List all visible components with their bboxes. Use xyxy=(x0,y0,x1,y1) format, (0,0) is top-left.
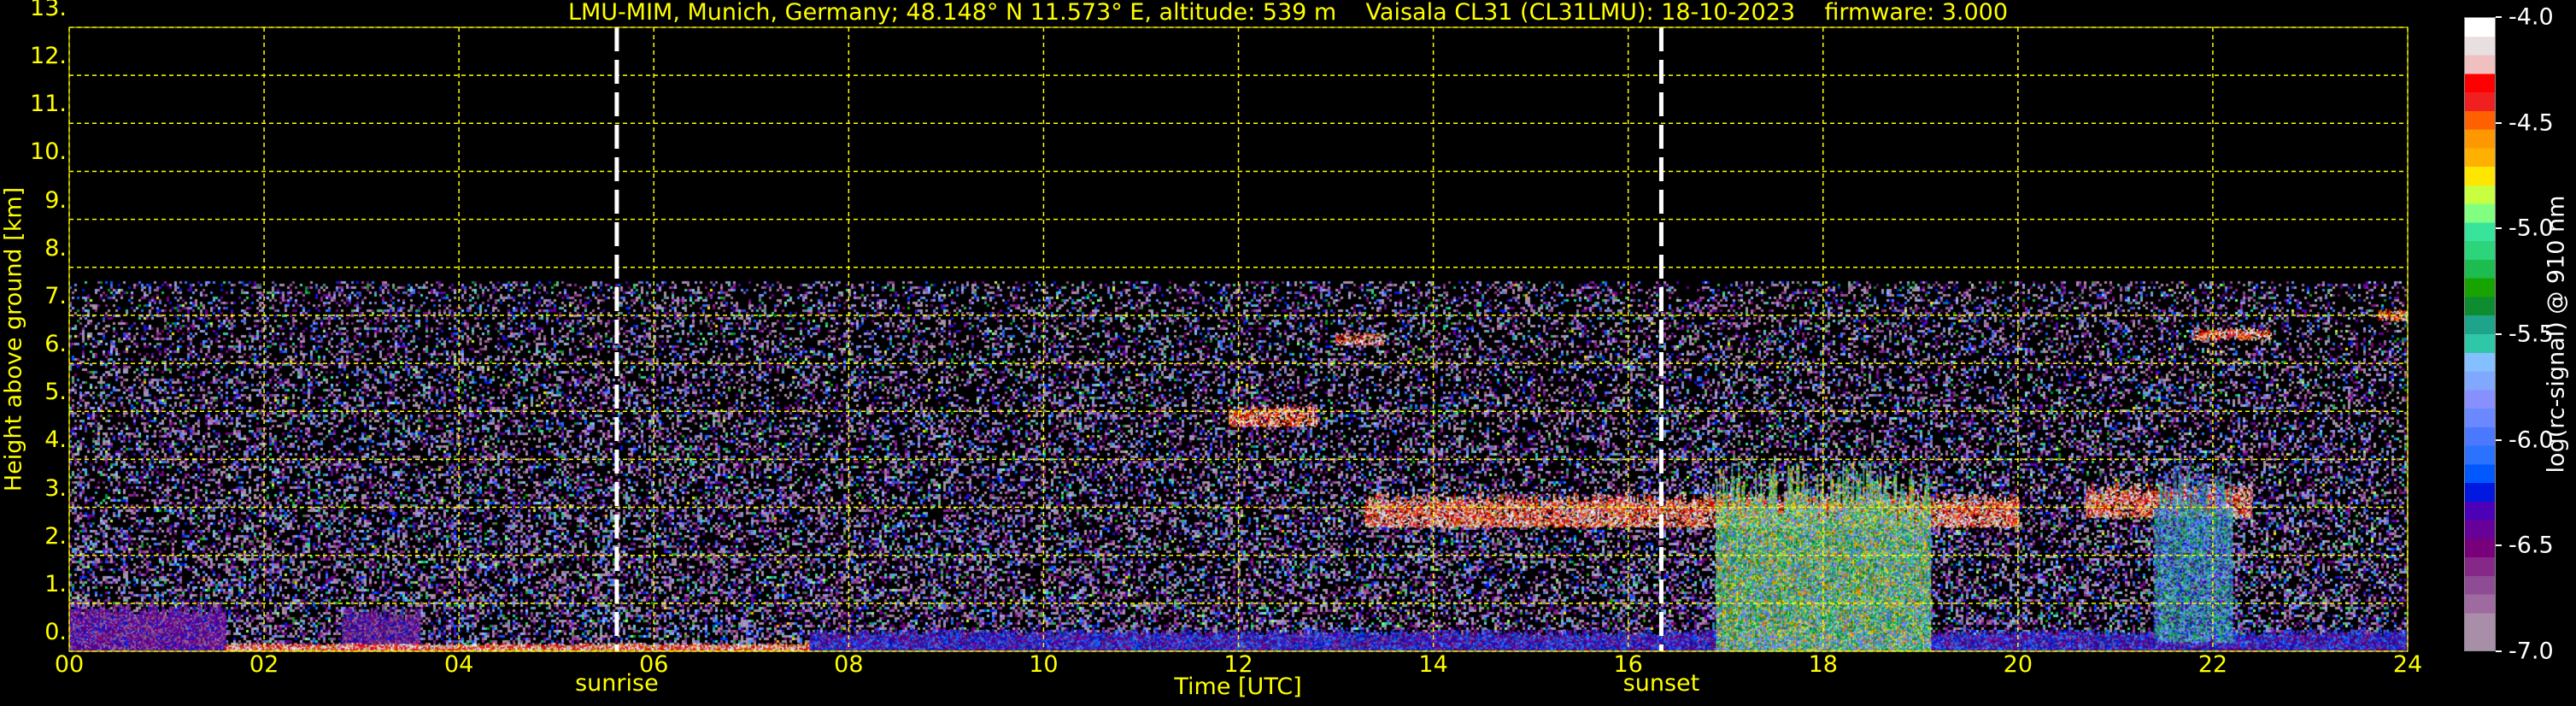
colorbar-tick-label: -7.0 xyxy=(2509,638,2554,665)
colorbar xyxy=(2464,17,2496,651)
colorbar-tick xyxy=(2496,650,2502,652)
colorbar-tick xyxy=(2496,438,2502,441)
colorbar-tick xyxy=(2496,333,2502,335)
y-tick-label: 13. xyxy=(30,0,67,21)
colorbar-tick xyxy=(2496,16,2502,18)
y-tick-label: 8. xyxy=(44,234,67,262)
y-tick-label: 0. xyxy=(44,619,67,645)
x-axis-title: Time [UTC] xyxy=(1174,674,1302,700)
x-tick-label: 22 xyxy=(2198,651,2228,678)
y-tick-label: 5. xyxy=(44,379,67,406)
plot-area xyxy=(68,26,2409,652)
colorbar-title: log(rc-signal) @ 910 nm xyxy=(2543,195,2570,474)
y-tick-label: 7. xyxy=(44,282,67,309)
chart-title: LMU-MIM, Munich, Germany; 48.148° N 11.5… xyxy=(567,0,2009,26)
colorbar-tick xyxy=(2496,121,2502,124)
sunrise-label: sunrise xyxy=(575,670,659,697)
colorbar-tick xyxy=(2496,544,2502,547)
y-axis-title: Height above ground [km] xyxy=(0,186,27,492)
x-tick-label: 14 xyxy=(1418,651,1448,678)
x-tick-label: 18 xyxy=(1808,651,1838,678)
y-tick-label: 9. xyxy=(44,186,67,214)
colorbar-tick-label: -4.5 xyxy=(2509,109,2554,137)
x-tick-label: 08 xyxy=(834,651,864,678)
y-tick-label: 6. xyxy=(44,331,67,358)
colorbar-tick-label: -6.5 xyxy=(2509,532,2554,559)
x-tick-label: 20 xyxy=(2003,651,2033,678)
y-tick-label: 3. xyxy=(44,474,67,502)
y-tick-label: 10. xyxy=(30,138,67,166)
colorbar-tick xyxy=(2496,227,2502,230)
y-tick-label: 2. xyxy=(44,522,67,550)
x-tick-label: 04 xyxy=(443,651,474,678)
y-tick-label: 12. xyxy=(30,43,67,70)
x-tick-label: 00 xyxy=(54,651,85,678)
sunset-label: sunset xyxy=(1622,670,1700,697)
y-tick-label: 11. xyxy=(30,91,67,118)
grid-overlay xyxy=(68,26,2409,652)
colorbar-tick-label: -4.0 xyxy=(2509,3,2554,31)
x-tick-label: 10 xyxy=(1029,651,1059,678)
y-tick-label: 4. xyxy=(44,427,67,454)
x-tick-label: 02 xyxy=(249,651,279,678)
x-tick-label: 24 xyxy=(2392,651,2423,678)
y-tick-label: 1. xyxy=(44,570,67,597)
